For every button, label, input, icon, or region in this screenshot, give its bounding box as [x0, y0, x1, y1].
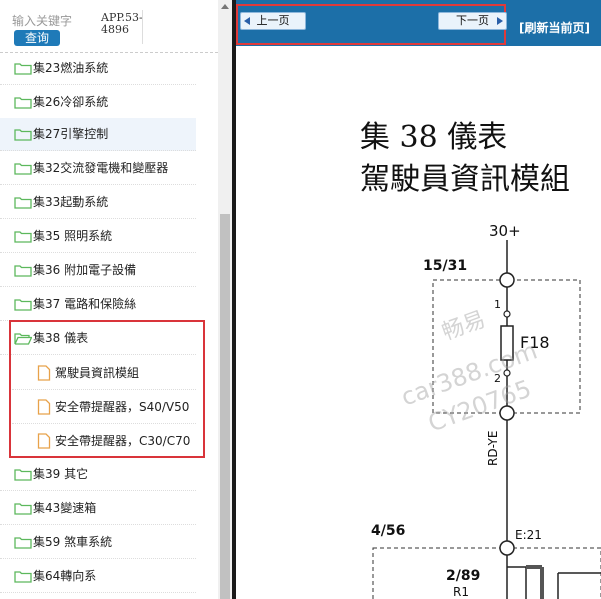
connector-4-56-label: 4/56 — [371, 523, 406, 539]
tree-item-label: 集26冷卻系統 — [33, 95, 109, 109]
tree-item-label: 集38 儀表 — [33, 331, 89, 345]
tree-item-38[interactable]: 集38 儀表 — [0, 322, 196, 355]
tree-item-label: 集33起動系統 — [33, 195, 109, 209]
folder-icon — [14, 163, 32, 175]
tree-item-43[interactable]: 集43變速箱 — [0, 492, 196, 525]
folder-icon — [14, 265, 32, 277]
folder-icon — [14, 469, 32, 481]
wire-color-label: RD-YE — [486, 430, 500, 466]
pin-1-label: 1 — [494, 298, 501, 311]
search-input[interactable] — [12, 12, 96, 30]
tree-item-label: 集43變速箱 — [33, 501, 97, 515]
tree-item-33[interactable]: 集33起動系統 — [0, 186, 196, 219]
supply-label: 30+ — [489, 222, 521, 240]
tree-item-27[interactable]: 集27引擎控制 — [0, 118, 196, 151]
tree-item-label: 集23燃油系統 — [33, 61, 109, 75]
fuse-label: F18 — [520, 333, 550, 352]
tree-panel: 查询 APP.53-4896 集23燃油系統 集26冷卻系統 集27引擎控制 集… — [0, 0, 232, 599]
search-bar: 查询 APP.53-4896 — [0, 0, 218, 53]
pin-e21-label: E:21 — [515, 528, 542, 542]
tree-item-label: 集39 其它 — [33, 467, 89, 481]
folder-icon — [14, 571, 32, 583]
folder-icon — [14, 503, 32, 515]
folder-open-icon — [14, 333, 32, 345]
tree-item-label: 集36 附加電子設備 — [33, 263, 137, 277]
tree-item-37[interactable]: 集37 電路和保險絲 — [0, 288, 196, 321]
tree-item-label: 集37 電路和保險絲 — [33, 297, 137, 311]
tree-item-label: 集59 煞車系統 — [33, 535, 113, 549]
tree-child-label: 安全帶提醒器，S40/V50 — [55, 400, 190, 414]
tree-item-36[interactable]: 集36 附加電子設備 — [0, 254, 196, 287]
connector-15-31-label: 15/31 — [423, 258, 468, 274]
document-icon — [37, 433, 51, 449]
connector-2-89-label: 2/89 — [446, 568, 481, 584]
document-icon — [37, 399, 51, 415]
search-divider — [142, 10, 143, 44]
tree-item-label: 集32交流發電機和變壓器 — [33, 161, 169, 175]
tree-child-seatbelt-s40[interactable]: 安全帶提醒器，S40/V50 — [12, 390, 196, 424]
folder-icon — [14, 63, 32, 75]
tree-item-26[interactable]: 集26冷卻系統 — [0, 86, 196, 119]
tree-item-32[interactable]: 集32交流發電機和變壓器 — [0, 152, 196, 185]
folder-icon — [14, 129, 32, 141]
tree-child-seatbelt-c30[interactable]: 安全帶提醒器，C30/C70 — [12, 424, 196, 458]
folder-icon — [14, 231, 32, 243]
pin-2-label: 2 — [494, 372, 501, 385]
tree-child-driver-info[interactable]: 駕駛員資訊模組 — [12, 356, 196, 390]
scrollbar-thumb[interactable] — [220, 214, 230, 599]
r1-label: R1 — [453, 585, 469, 599]
document-icon — [37, 365, 51, 381]
tree-item-label: 集64轉向系 — [33, 569, 97, 583]
tree-item-59[interactable]: 集59 煞車系統 — [0, 526, 196, 559]
folder-icon — [14, 197, 32, 209]
scroll-up-arrow-icon[interactable] — [221, 4, 229, 9]
folder-icon — [14, 299, 32, 311]
folder-icon — [14, 97, 32, 109]
folder-icon — [14, 537, 32, 549]
tree-item-39[interactable]: 集39 其它 — [0, 458, 196, 491]
tree-item-64[interactable]: 集64轉向系 — [0, 560, 196, 593]
tree-scrollbar[interactable] — [218, 0, 232, 599]
tree-child-label: 駕駛員資訊模組 — [55, 366, 140, 380]
search-button[interactable]: 查询 — [14, 30, 60, 46]
tree-item-35[interactable]: 集35 照明系統 — [0, 220, 196, 253]
tree-item-label: 集35 照明系統 — [33, 229, 113, 243]
document-panel: 上一页 下一页 [刷新当前页] 集 38 儀表 駕駛員資訊模組 30+ 15/3… — [236, 0, 601, 599]
wiring-diagram — [372, 240, 601, 599]
tree-item-23[interactable]: 集23燃油系統 — [0, 52, 196, 85]
tree-item-label: 集27引擎控制 — [33, 127, 109, 141]
app-code: APP.53-4896 — [101, 11, 143, 36]
tree-child-label: 安全帶提醒器，C30/C70 — [55, 434, 191, 448]
